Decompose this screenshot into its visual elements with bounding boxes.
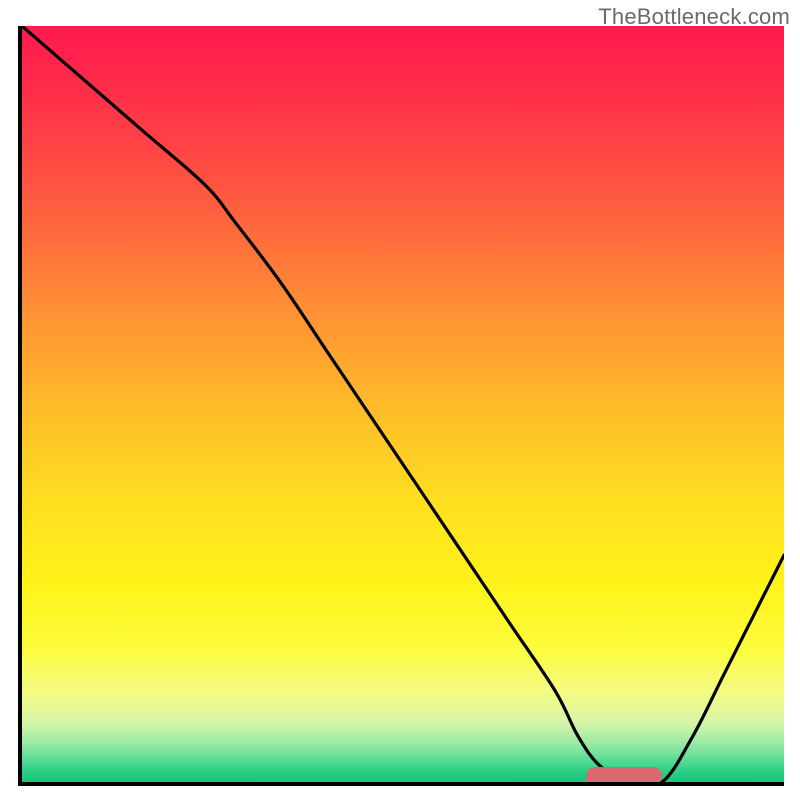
bottleneck-curve	[22, 26, 784, 782]
chart-container: TheBottleneck.com	[0, 0, 800, 800]
plot-area	[18, 26, 784, 786]
watermark-text: TheBottleneck.com	[598, 4, 790, 30]
optimal-marker	[586, 767, 662, 785]
